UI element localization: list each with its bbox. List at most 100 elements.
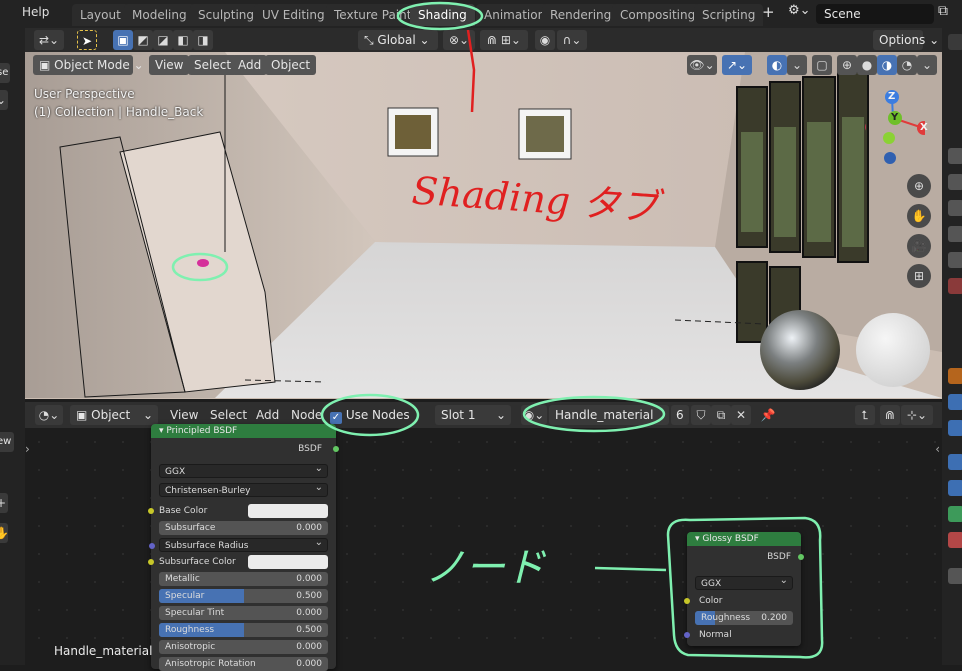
input-socket[interactable] [148, 508, 154, 514]
tab-scripting[interactable]: Scripting [694, 4, 764, 26]
tab-modeling[interactable]: Modeling [124, 4, 195, 26]
transform-pivot-icon[interactable]: ⇄⌄ [34, 30, 64, 50]
overlays-icon[interactable]: ◐ [767, 55, 787, 75]
glossy-node-title[interactable]: ▾ Glossy BSDF [687, 532, 801, 546]
parent-node-tree-icon[interactable]: ⮤ [855, 405, 875, 425]
principled-input-specular[interactable]: Specular 0.500 [159, 589, 328, 603]
intersect-mode-icon[interactable]: ◨ [193, 30, 213, 50]
tab-texture-paint[interactable]: Texture Paint [326, 4, 420, 26]
visibility-icon[interactable]: 👁⌄ [687, 55, 717, 75]
fake-user-icon[interactable]: ⛉ [691, 405, 711, 425]
node-menu-node[interactable]: Node [291, 408, 322, 422]
principled-input-subsurface-radius[interactable]: Subsurface Radius [149, 536, 328, 552]
principled-bsdf-node[interactable]: ▾ Principled BSDF BSDF GGX Christensen-B… [148, 424, 339, 671]
use-nodes-checkbox-icon[interactable]: ✓ [330, 412, 342, 424]
shader-type-dropdown[interactable]: ▣ Object ⌄ [70, 405, 158, 425]
options-dropdown[interactable]: Options ⌄ [873, 30, 939, 50]
right-panel-icon[interactable] [948, 34, 962, 50]
node-menu-add[interactable]: Add [256, 408, 279, 422]
output-icon[interactable] [948, 200, 962, 216]
node-menu-view[interactable]: View [170, 408, 198, 422]
3d-viewport[interactable]: User Perspective (1) Collection | Handle… [25, 52, 942, 399]
input-socket[interactable] [149, 543, 155, 549]
use-nodes-toggle[interactable]: ✓ Use Nodes [330, 406, 410, 424]
input-socket[interactable] [148, 559, 154, 565]
glossy-bsdf-node[interactable]: ▾ Glossy BSDF BSDF GGX Color Roughness 0… [684, 532, 804, 646]
constraints-icon[interactable] [948, 480, 962, 496]
principled-input-metallic[interactable]: Metallic 0.000 [159, 572, 328, 586]
tab-rendering[interactable]: Rendering [542, 4, 620, 26]
help-menu[interactable]: Help [22, 5, 49, 19]
world-icon[interactable] [948, 278, 962, 294]
extend-mode-icon[interactable]: ◩ [133, 30, 153, 50]
distribution-dropdown[interactable]: GGX [159, 462, 328, 478]
snapping-icon[interactable]: ⋒ [880, 405, 900, 425]
principled-input-subsurface[interactable]: Subsurface 0.000 [159, 521, 328, 535]
principled-input-roughness[interactable]: Roughness 0.500 [159, 623, 328, 637]
tab-shading[interactable]: Shading [410, 4, 475, 26]
overlays-dropdown-icon[interactable]: ⌄ [787, 55, 807, 75]
xray-icon[interactable]: ▢ [812, 55, 832, 75]
physics-icon[interactable] [948, 454, 962, 470]
tab-layout[interactable]: Layout [72, 4, 129, 26]
subtract-mode-icon[interactable]: ◪ [153, 30, 173, 50]
modifier-icon[interactable] [948, 394, 962, 410]
color-swatch[interactable] [248, 555, 328, 569]
slot-dropdown[interactable]: Slot 1 ⌄ [435, 405, 511, 425]
scene-props-icon[interactable] [948, 252, 962, 268]
principled-input-anisotropic[interactable]: Anisotropic 0.000 [159, 640, 328, 654]
principled-input-subsurface-color[interactable]: Subsurface Color [148, 555, 328, 569]
object-data-icon[interactable] [948, 506, 962, 522]
viewport-menu-select[interactable]: Select [188, 55, 238, 75]
particles-icon[interactable] [948, 420, 962, 436]
select-tool-icon[interactable]: ➤ [77, 30, 97, 50]
render-icon[interactable] [948, 174, 962, 190]
left-add-icon[interactable]: + [0, 493, 8, 513]
invert-mode-icon[interactable]: ◧ [173, 30, 193, 50]
transform-orientation-dropdown[interactable]: ⤡ Global ⌄ [358, 30, 438, 50]
zoom-icon[interactable]: ⊕ [907, 174, 931, 198]
viewport-menu-object[interactable]: Object [265, 55, 317, 75]
color-swatch[interactable] [248, 504, 328, 518]
rendered-shading-icon[interactable]: ◔ [897, 55, 917, 75]
texture-icon[interactable] [948, 568, 962, 584]
object-mode-dropdown[interactable]: ▣ Object Mode ⌄ [33, 55, 144, 75]
unlink-material-icon[interactable]: ✕ [731, 405, 751, 425]
falloff-icon[interactable]: ∩⌄ [557, 30, 587, 50]
add-workspace-icon[interactable]: + [762, 3, 775, 21]
right-collapse-arrow-icon[interactable]: ‹ [935, 442, 940, 456]
object-props-icon[interactable] [948, 368, 962, 384]
scene-field[interactable]: Scene [816, 4, 934, 24]
viewport-menu-add[interactable]: Add [232, 55, 268, 75]
browse-material-icon[interactable]: ◉⌄ [521, 405, 547, 425]
left-hand-icon[interactable]: ✋ [0, 523, 9, 543]
material-name-field[interactable]: Handle_material [549, 405, 669, 425]
tab-uv-editing[interactable]: UV Editing [254, 4, 333, 26]
user-count[interactable]: 6 [671, 405, 689, 425]
grid-view-icon[interactable]: ⊞ [907, 264, 931, 288]
camera-icon[interactable]: 🎥 [907, 234, 931, 258]
snap-icon[interactable]: ⋒ ⊞⌄ [480, 30, 528, 50]
gizmo-toggle-icon[interactable]: ↗⌄ [722, 55, 752, 75]
pin-icon[interactable]: 📌 [758, 405, 778, 425]
left-panel-tab[interactable]: se [0, 63, 10, 83]
subsurface-method-dropdown[interactable]: Christensen-Burley [159, 481, 328, 497]
node-menu-select[interactable]: Select [210, 408, 247, 422]
pivot-point-icon[interactable]: ⊗⌄ [443, 30, 475, 50]
material-preview-icon[interactable]: ◑ [877, 55, 897, 75]
principled-node-title[interactable]: ▾ Principled BSDF [151, 424, 336, 438]
tab-sculpting[interactable]: Sculpting [190, 4, 263, 26]
editor-type-icon[interactable]: ◔⌄ [35, 405, 63, 425]
select-box-mode-icon[interactable]: ▣ [113, 30, 133, 50]
duplicate-material-icon[interactable]: ⧉ [711, 405, 731, 425]
new-scene-icon[interactable]: ⧉ [938, 3, 948, 19]
glossy-distribution-dropdown[interactable]: GGX [695, 574, 793, 590]
bsdf-output-socket[interactable] [333, 446, 339, 452]
normal-socket[interactable] [684, 632, 690, 638]
pan-hand-icon[interactable]: ✋ [907, 204, 931, 228]
wireframe-shading-icon[interactable]: ⊕ [837, 55, 857, 75]
glossy-roughness-slider[interactable]: Roughness 0.200 [695, 611, 793, 625]
view-layer-icon[interactable] [948, 226, 962, 242]
proportional-edit-icon[interactable]: ◉ [535, 30, 555, 50]
glossy-bsdf-output-socket[interactable] [798, 554, 804, 560]
